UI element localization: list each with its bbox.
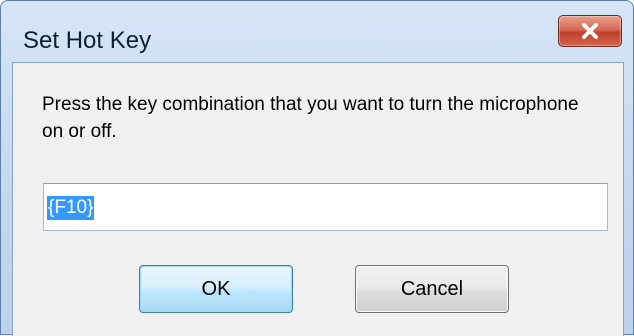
hotkey-input[interactable]: {F10} (43, 183, 608, 231)
cancel-button[interactable]: Cancel (355, 265, 509, 313)
window-title: Set Hot Key (23, 27, 152, 54)
dialog-body: Press the key combination that you want … (12, 62, 624, 336)
set-hot-key-window: Set Hot Key Press the key combination th… (0, 0, 634, 336)
hotkey-value: {F10} (47, 196, 95, 220)
instruction-text: Press the key combination that you want … (42, 94, 579, 142)
close-button[interactable] (558, 15, 622, 47)
close-icon (559, 16, 621, 46)
ok-button[interactable]: OK (139, 265, 293, 313)
